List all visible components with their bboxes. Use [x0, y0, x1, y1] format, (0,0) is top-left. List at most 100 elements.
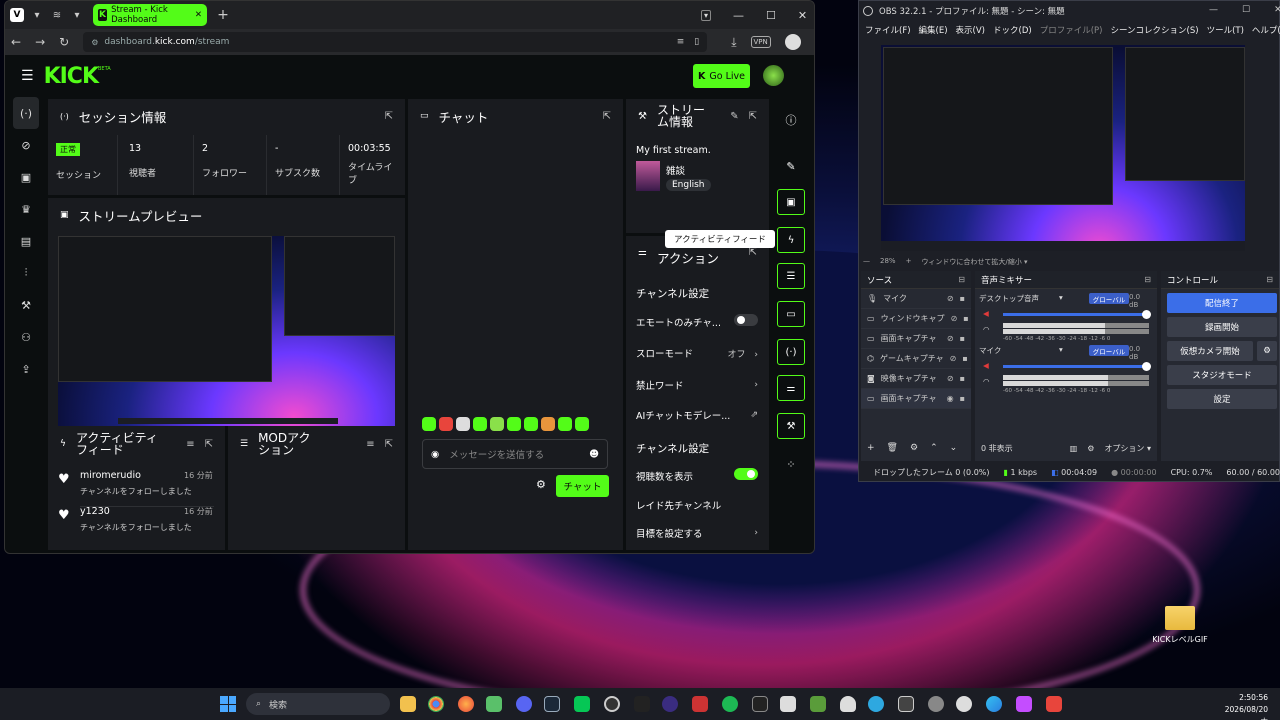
- source-row[interactable]: ▭ 画面キャプチャ ⊘ ▪: [861, 329, 971, 349]
- chevron-down-icon[interactable]: ▾: [1059, 293, 1063, 302]
- menu-tools[interactable]: ツール(T): [1207, 24, 1244, 36]
- info-icon[interactable]: ⓘ: [777, 107, 805, 133]
- maximize-button[interactable]: ☐: [766, 9, 776, 22]
- vpn-button[interactable]: VPN: [750, 36, 771, 48]
- source-row[interactable]: ◙ 映像キャプチャ ⊘ ▪: [861, 369, 971, 389]
- desktop-folder[interactable]: KICKレベルGIF: [1150, 606, 1210, 645]
- emote-icon[interactable]: [575, 417, 589, 431]
- move-up-icon[interactable]: ⌃: [930, 443, 938, 453]
- reader-icon[interactable]: ≡: [677, 37, 685, 47]
- eye-off-icon[interactable]: ⊘: [950, 354, 957, 363]
- widget-activity-icon[interactable]: ϟ: [777, 227, 805, 253]
- discord-icon[interactable]: [516, 696, 532, 712]
- steam-icon[interactable]: [544, 696, 560, 712]
- nav-link-icon[interactable]: ⊘: [13, 129, 39, 161]
- emote-icon[interactable]: [439, 417, 453, 431]
- virtual-camera-settings-icon[interactable]: ⚙: [1257, 341, 1277, 361]
- popout-icon[interactable]: ⊟: [1144, 275, 1151, 284]
- nav-dashboard-icon[interactable]: ▣: [13, 161, 39, 193]
- eye-icon[interactable]: ◉: [947, 394, 954, 403]
- nav-tools-icon[interactable]: ⚒: [13, 289, 39, 321]
- vivaldi-icon[interactable]: [1046, 696, 1062, 712]
- back-icon[interactable]: ←: [11, 35, 21, 49]
- eye-off-icon[interactable]: ⊘: [947, 374, 954, 383]
- firefox-icon[interactable]: [458, 696, 474, 712]
- filter-icon[interactable]: ≡: [186, 439, 194, 450]
- chevron-down-icon[interactable]: ▾: [1059, 345, 1063, 354]
- pencil-icon[interactable]: ✎: [777, 153, 805, 179]
- menu-profile[interactable]: プロファイル(P): [1040, 24, 1103, 36]
- app-icon[interactable]: [634, 696, 650, 712]
- emote-only-toggle[interactable]: [734, 314, 758, 326]
- eye-off-icon[interactable]: ⊘: [947, 334, 954, 343]
- notepad-icon[interactable]: [780, 696, 796, 712]
- menu-file[interactable]: ファイル(F): [865, 24, 911, 36]
- lock-icon[interactable]: ▪: [960, 334, 965, 343]
- emote-icon[interactable]: [558, 417, 572, 431]
- maximize-button[interactable]: ☐: [1242, 5, 1250, 15]
- widget-info-icon[interactable]: ⚒: [777, 413, 805, 439]
- feed-username[interactable]: miromerudio: [80, 470, 141, 481]
- widget-session-icon[interactable]: (·): [777, 339, 805, 365]
- more-widgets-icon[interactable]: ⁘: [777, 451, 805, 477]
- layout-icon[interactable]: ▥: [1070, 444, 1078, 453]
- source-row[interactable]: ▭ ウィンドウキャプ ⊘ ▪: [861, 309, 971, 329]
- nav-community-icon[interactable]: ⚇: [13, 321, 39, 353]
- banned-words-row[interactable]: 禁止ワード ›: [636, 378, 758, 392]
- chat-input[interactable]: ◉ メッセージを送信する ☻: [422, 439, 608, 469]
- settings-button[interactable]: 設定: [1167, 389, 1277, 409]
- lock-icon[interactable]: ▪: [960, 394, 965, 403]
- source-row[interactable]: ▭ 画面キャプチャ ◉ ▪: [861, 389, 971, 409]
- show-viewers-toggle[interactable]: [734, 468, 758, 480]
- lock-icon[interactable]: ▪: [960, 374, 965, 383]
- menu-view[interactable]: 表示(V): [956, 24, 985, 36]
- app-icon[interactable]: [1016, 696, 1032, 712]
- widget-preview-icon[interactable]: ▣: [777, 189, 805, 215]
- source-row[interactable]: 🎙 マイク ⊘ ▪: [861, 289, 971, 309]
- spotify-icon[interactable]: [722, 696, 738, 712]
- url-field[interactable]: ⚙ dashboard.kick.com/stream ≡ ▯: [83, 32, 708, 52]
- options-dropdown[interactable]: オプション ▾: [1104, 443, 1151, 454]
- new-tab-button[interactable]: +: [215, 7, 231, 23]
- slow-mode-row[interactable]: スローモード オフ ›: [636, 346, 758, 360]
- lock-icon[interactable]: ▪: [960, 294, 965, 303]
- studio-mode-button[interactable]: スタジオモード: [1167, 365, 1277, 385]
- tab-kick-dashboard[interactable]: K Stream - Kick Dashboard ✕: [93, 4, 207, 26]
- stream-preview-video[interactable]: [58, 236, 395, 426]
- close-tab-icon[interactable]: ✕: [195, 10, 202, 20]
- remove-source-icon[interactable]: 🗑: [887, 443, 898, 453]
- eye-off-icon[interactable]: ⊘: [947, 294, 954, 303]
- nav-analytics-icon[interactable]: ⫶: [13, 257, 39, 289]
- menu-docks[interactable]: ドック(D): [993, 24, 1032, 36]
- close-button[interactable]: ✕: [1274, 5, 1280, 15]
- start-recording-button[interactable]: 録画開始: [1167, 317, 1277, 337]
- taskbar-search[interactable]: ⌕ 検索: [246, 693, 390, 715]
- chevron-down-icon[interactable]: ▾: [29, 7, 45, 23]
- hamburger-menu-icon[interactable]: ☰: [21, 68, 34, 84]
- minimize-button[interactable]: —: [733, 9, 744, 22]
- menu-scene-collection[interactable]: シーンコレクション(S): [1110, 24, 1198, 36]
- app-icon[interactable]: [956, 696, 972, 712]
- zoom-out-icon[interactable]: —: [863, 257, 870, 267]
- go-live-button[interactable]: K Go Live: [693, 64, 750, 88]
- chat-settings-icon[interactable]: ⚙: [536, 478, 546, 491]
- widget-chat-icon[interactable]: ▭: [777, 301, 805, 327]
- popout-icon[interactable]: ⇱: [205, 439, 213, 450]
- minecraft-icon[interactable]: [810, 696, 826, 712]
- source-settings-icon[interactable]: ⚙: [910, 443, 918, 453]
- popout-icon[interactable]: ⇱: [603, 111, 611, 122]
- app-icon[interactable]: [840, 696, 856, 712]
- emote-only-row[interactable]: エモートのみチャ...: [636, 314, 758, 329]
- nav-stream-icon[interactable]: (·): [13, 97, 39, 129]
- app-icon[interactable]: [692, 696, 708, 712]
- popout-icon[interactable]: ⇱: [385, 111, 393, 122]
- add-source-icon[interactable]: +: [867, 443, 875, 453]
- emote-icon[interactable]: [456, 417, 470, 431]
- edit-icon[interactable]: ✎: [730, 111, 738, 122]
- app-icon[interactable]: [486, 696, 502, 712]
- emote-icon[interactable]: [541, 417, 555, 431]
- settings-icon[interactable]: [928, 696, 944, 712]
- popout-icon[interactable]: ⇱: [749, 111, 757, 122]
- widget-mod-icon[interactable]: ☰: [777, 263, 805, 289]
- line-icon[interactable]: [574, 696, 590, 712]
